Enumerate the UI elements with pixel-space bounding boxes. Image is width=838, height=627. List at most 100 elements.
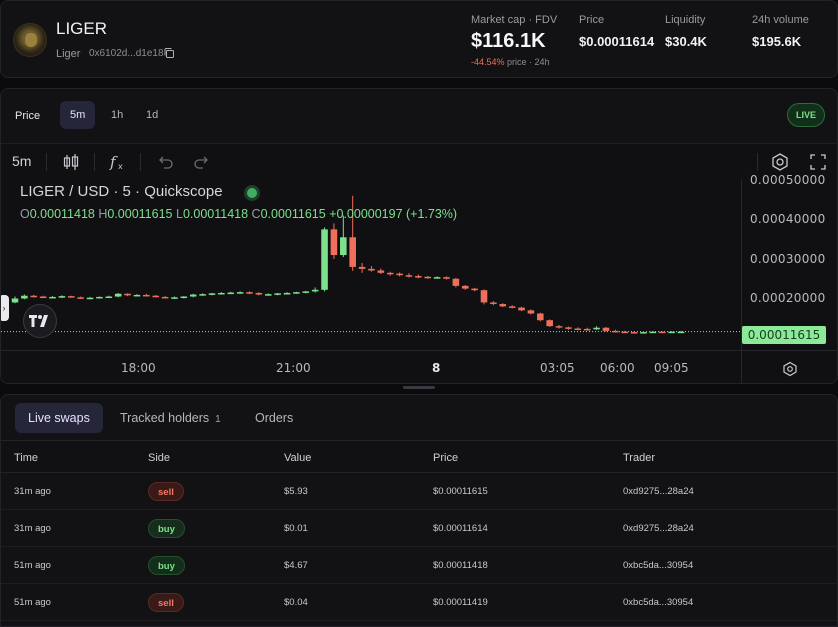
candle (452, 277, 460, 288)
chart-toolbar: 5m f x (1, 144, 837, 180)
candle (424, 275, 432, 279)
toolbar-divider (140, 153, 141, 171)
table-row[interactable]: 31m ago sell $5.93 $0.00011615 0xd9275..… (1, 473, 837, 510)
price-plot[interactable]: LIGER / USD · 5 · Quickscope O0.00011418… (1, 180, 741, 350)
candle (518, 306, 525, 312)
market-cap-value: $116.1K (471, 30, 546, 52)
candle (574, 327, 582, 331)
token-address[interactable]: 0x6102d...d1e18 (89, 48, 164, 59)
panel-resize-handle[interactable] (403, 386, 435, 389)
chart-legend-title: LIGER / USD · 5 · Quickscope (20, 183, 223, 200)
table-row[interactable]: 31m ago buy $0.01 $0.00011614 0xd9275...… (1, 510, 837, 547)
tab-live-swaps[interactable]: Live swaps (15, 403, 103, 433)
tradingview-widget: 5m f x LIGER / USD · 5 · Quickscope O0.0… (1, 143, 837, 383)
ohlc-open-key: O (20, 207, 30, 221)
candle (236, 291, 244, 294)
col-value: Value (284, 452, 312, 464)
row-trader[interactable]: 0xd9275...28a24 (623, 486, 694, 497)
tab-1d[interactable]: 1d (136, 101, 168, 129)
candle (283, 292, 291, 295)
swaps-table-header: Time Side Value Price Trader (1, 440, 837, 473)
candle-body (630, 332, 638, 334)
candle-body (452, 278, 460, 286)
x-tick: 21:00 (276, 361, 311, 375)
copy-icon[interactable] (163, 47, 175, 59)
chart-tabs: Price 5m 1h 1d LIVE (1, 89, 837, 141)
candle-body (114, 293, 122, 297)
candle-body (405, 275, 413, 277)
tradingview-logo-icon[interactable] (23, 304, 57, 338)
tab-5m[interactable]: 5m (60, 101, 96, 129)
x-tick: 03:05 (540, 361, 575, 375)
candle (114, 292, 122, 298)
undo-icon[interactable] (155, 152, 175, 172)
candle (555, 324, 563, 329)
row-time: 51m ago (14, 597, 51, 608)
candle-body (218, 292, 225, 295)
chart-settings-icon[interactable] (782, 361, 798, 377)
indicators-fx-icon[interactable]: f x (108, 152, 128, 172)
tab-orders[interactable]: Orders (242, 403, 306, 433)
candle (443, 276, 450, 280)
row-trader[interactable]: 0xd9275...28a24 (623, 523, 694, 534)
row-trader[interactable]: 0xbc5da...30954 (623, 597, 693, 608)
settings-hexagon-icon[interactable] (770, 152, 790, 172)
tab-1h[interactable]: 1h (101, 101, 133, 129)
candle-body (264, 294, 272, 296)
col-time: Time (14, 452, 39, 464)
liquidity-label: Liquidity (665, 14, 706, 26)
candle (105, 295, 113, 299)
market-cap-label: Market cap · FDV (471, 14, 558, 26)
candle-body (49, 296, 56, 299)
candle (602, 326, 610, 332)
col-side: Side (148, 452, 171, 464)
candle-body (593, 327, 600, 330)
x-tick: 06:00 (600, 361, 635, 375)
candle (640, 331, 647, 334)
side-badge: buy (148, 519, 185, 538)
candle-body (640, 332, 647, 334)
candle-type-icon[interactable] (61, 152, 81, 172)
candle (143, 293, 150, 297)
candle (321, 227, 328, 292)
chart-collapse-handle[interactable]: › (1, 295, 9, 321)
table-row[interactable]: 51m ago buy $4.67 $0.00011418 0xbc5da...… (1, 547, 837, 584)
redo-icon[interactable] (192, 152, 212, 172)
candle-body (189, 294, 197, 297)
price-axis[interactable]: 0.00050000 0.00040000 0.00030000 0.00020… (741, 173, 837, 350)
row-price: $0.00011418 (433, 560, 488, 571)
candle (593, 326, 600, 331)
candle (189, 293, 197, 298)
token-symbol: Liger (56, 48, 81, 60)
candle-body (565, 327, 572, 329)
candle (67, 295, 75, 298)
ohlc-low-key: L (175, 207, 183, 221)
candle (612, 329, 619, 333)
candle (39, 295, 47, 299)
chart-price-label: Price (15, 110, 41, 122)
candle (227, 291, 235, 295)
candle (58, 295, 66, 299)
candle-body (58, 296, 66, 298)
row-trader[interactable]: 0xbc5da...30954 (623, 560, 693, 571)
tab-tracked-holders[interactable]: Tracked holders 1 (107, 403, 234, 433)
fullscreen-icon[interactable] (808, 152, 828, 172)
candle (377, 268, 385, 275)
interval-selector[interactable]: 5m (12, 153, 31, 169)
candle-body (415, 275, 422, 278)
ohlc-high: 0.00011615 (107, 207, 173, 221)
toolbar-divider (94, 153, 95, 171)
time-axis[interactable]: 18:00 21:00 8 03:05 06:00 09:05 (1, 350, 741, 383)
row-price: $0.00011614 (433, 523, 488, 534)
table-row[interactable]: 51m ago sell $0.04 $0.00011419 0xbc5da..… (1, 584, 837, 621)
candle-body (546, 320, 553, 327)
price-change-pct: -44.54% (471, 57, 505, 67)
candle (208, 292, 216, 296)
candle (30, 294, 38, 298)
row-value: $0.04 (284, 597, 308, 608)
candle-body (490, 302, 497, 305)
candle-body (340, 237, 347, 256)
candle (11, 296, 19, 304)
candle (152, 294, 159, 298)
candle-body (321, 229, 328, 290)
